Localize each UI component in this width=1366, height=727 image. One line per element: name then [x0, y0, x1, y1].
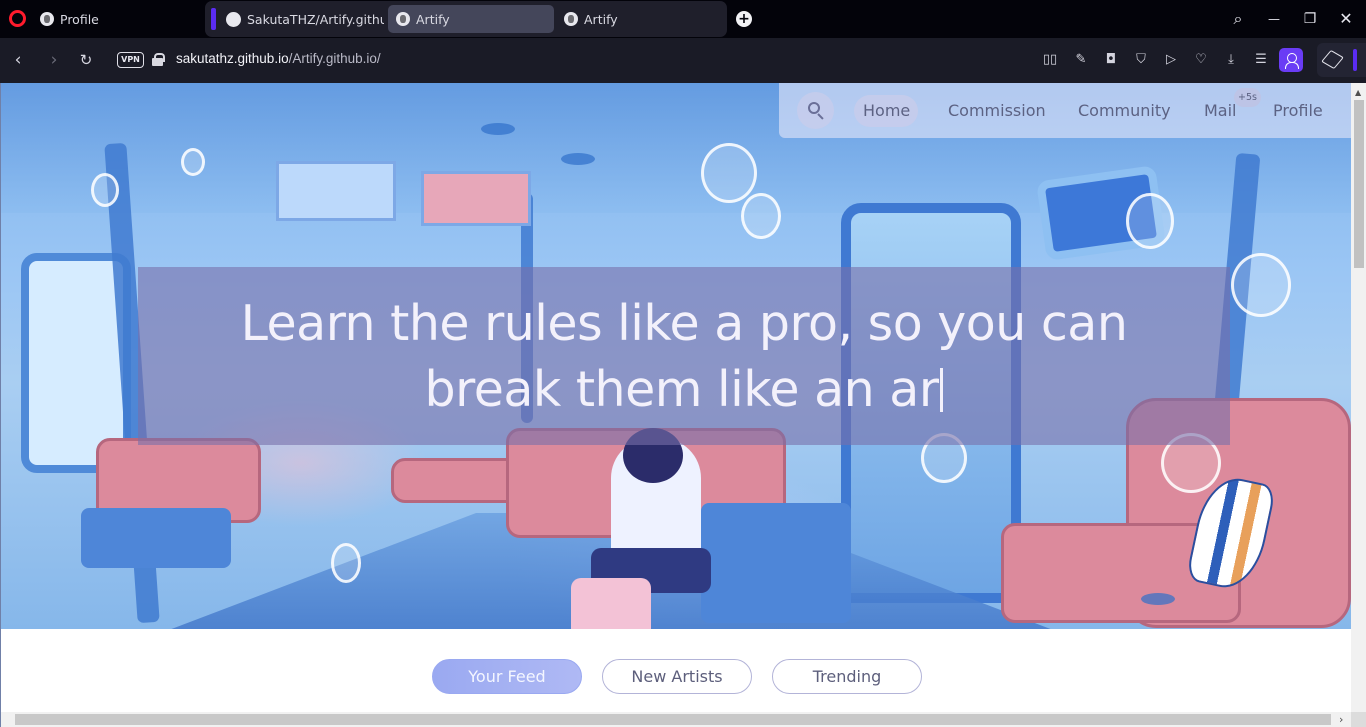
trending-button[interactable]: Trending [772, 659, 922, 694]
bubble [181, 148, 205, 176]
bubble [741, 193, 781, 239]
github-icon [226, 11, 241, 27]
horizontal-scrollbar[interactable]: › [1, 712, 1351, 727]
maximize-button[interactable]: ❐ [1299, 8, 1321, 30]
headline-line-2: break them like an ar [138, 357, 1230, 423]
your-feed-button[interactable]: Your Feed [432, 659, 582, 694]
scroll-up-arrow-icon[interactable]: ▲ [1355, 88, 1361, 97]
profile-avatar-icon[interactable] [1279, 48, 1303, 72]
bubble [91, 173, 119, 207]
tab-label: Profile [60, 11, 99, 27]
page-viewport: Home Commission Community Mail +5s Profi… [0, 83, 1366, 727]
nav-home[interactable]: Home [863, 101, 910, 120]
horizontal-scroll-thumb[interactable] [15, 714, 1331, 725]
bubble [701, 143, 757, 203]
send-icon[interactable]: ▷ [1161, 50, 1181, 70]
tab-profile[interactable]: Profile [32, 5, 192, 33]
nav-mail[interactable]: Mail [1204, 101, 1237, 120]
tab-label: Artify [584, 11, 618, 27]
mail-count-badge: +5s [1234, 88, 1261, 107]
headline-line-2-text: break them like an ar [424, 361, 939, 418]
new-tab-button[interactable]: + [736, 11, 752, 27]
browser-tab-bar: Profile SakutaTHZ/Artify.github.io Artif… [0, 0, 1366, 38]
shield-icon[interactable]: ⛉ [1131, 50, 1151, 70]
tab-search-icon[interactable]: ⌕ [1227, 8, 1249, 30]
nav-commission[interactable]: Commission [948, 101, 1046, 120]
scrollbar-corner [1351, 712, 1366, 727]
heart-icon[interactable]: ♡ [1191, 50, 1211, 70]
globe-icon [40, 12, 54, 26]
vpn-badge[interactable]: VPN [117, 52, 144, 68]
minimize-button[interactable]: — [1263, 8, 1285, 30]
hero-headline: Learn the rules like a pro, so you can b… [138, 291, 1230, 423]
nav-community[interactable]: Community [1078, 101, 1171, 120]
download-icon[interactable]: ⤓ [1221, 50, 1241, 70]
easy-setup-icon[interactable]: ☰ [1251, 50, 1271, 70]
train-ad-sign [276, 161, 396, 221]
typing-caret [940, 368, 944, 412]
opera-logo-icon[interactable] [9, 10, 26, 27]
camera-icon[interactable]: ◘ [1101, 50, 1121, 70]
url-path: /Artify.github.io/ [288, 51, 381, 66]
reader-mode-icon[interactable]: ▯▯ [1040, 50, 1060, 70]
train-seat [81, 508, 231, 568]
fish [1141, 593, 1175, 605]
globe-icon [396, 12, 410, 26]
close-button[interactable]: ✕ [1335, 8, 1357, 30]
globe-icon [564, 12, 578, 26]
lock-icon[interactable] [152, 53, 165, 66]
vertical-scrollbar[interactable]: ▲ [1351, 83, 1366, 712]
nav-profile[interactable]: Profile [1273, 101, 1323, 120]
forward-icon[interactable]: › [43, 49, 65, 71]
fish [481, 123, 515, 135]
headline-line-1: Learn the rules like a pro, so you can [240, 295, 1128, 352]
bubble [1231, 253, 1291, 317]
fish [561, 153, 595, 165]
tab-group-indicator[interactable] [211, 8, 216, 30]
tab-artify[interactable]: Artify [556, 5, 716, 33]
reload-icon[interactable]: ↻ [75, 49, 97, 71]
sidebar-accent [1353, 49, 1357, 71]
train-ad-sign [421, 171, 531, 226]
edit-icon[interactable]: ✎ [1071, 50, 1091, 70]
tab-github-repo[interactable]: SakutaTHZ/Artify.github.io [218, 5, 384, 33]
url-host: sakutathz.github.io [176, 51, 289, 66]
bubble [331, 543, 361, 583]
bubble [1126, 193, 1174, 249]
vertical-scroll-thumb[interactable] [1354, 100, 1364, 268]
url-field[interactable]: sakutathz.github.io/Artify.github.io/ [176, 51, 381, 66]
new-artists-button[interactable]: New Artists [602, 659, 752, 694]
tab-artify-active[interactable]: Artify [388, 5, 554, 33]
seated-girl [561, 428, 741, 629]
tab-label: SakutaTHZ/Artify.github.io [247, 11, 384, 27]
scroll-right-arrow-icon[interactable]: › [1339, 713, 1343, 726]
site-search-button[interactable] [797, 92, 834, 129]
back-icon[interactable]: ‹ [7, 49, 29, 71]
tab-label: Artify [416, 11, 450, 27]
